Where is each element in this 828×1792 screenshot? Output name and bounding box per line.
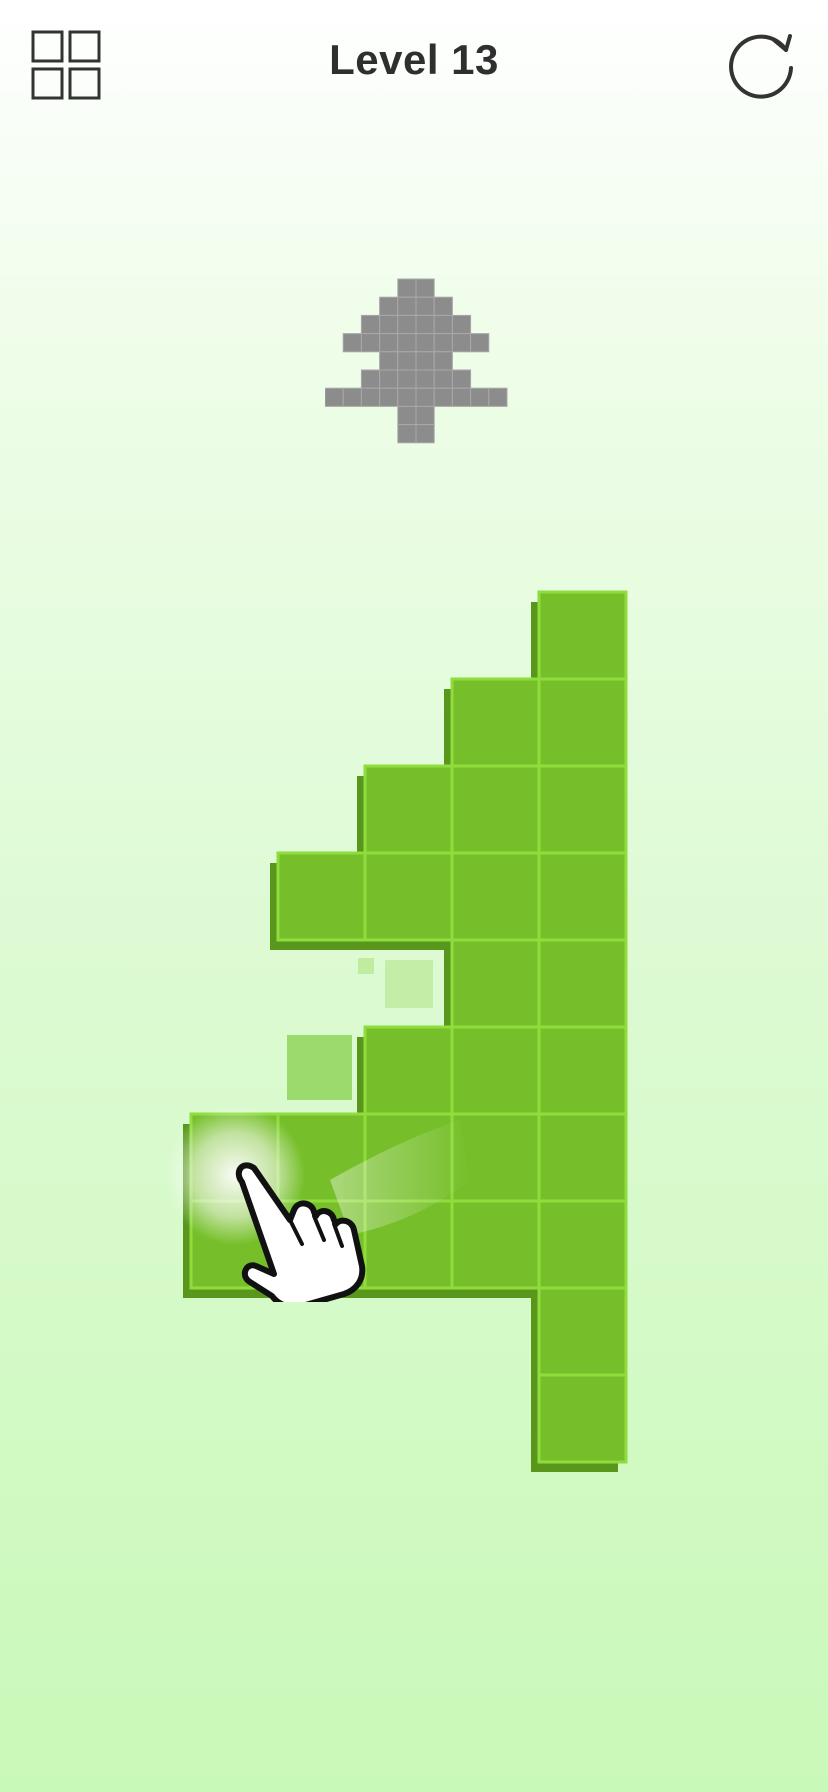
target-pixel — [379, 296, 399, 316]
top-bar: Level 13 — [0, 0, 828, 140]
target-pixel — [470, 387, 490, 407]
target-pixel — [415, 278, 435, 298]
tile[interactable] — [450, 1025, 541, 1116]
target-pixel — [397, 351, 417, 371]
tile[interactable] — [537, 1025, 628, 1116]
target-pixel — [433, 333, 453, 353]
flying-particle — [385, 960, 433, 1008]
tile[interactable] — [363, 764, 454, 855]
target-pixel — [397, 424, 417, 444]
target-pixel — [415, 333, 435, 353]
target-pixel — [451, 387, 472, 407]
tile[interactable] — [537, 938, 628, 1029]
tile[interactable] — [537, 1373, 628, 1464]
restart-icon — [729, 34, 793, 99]
target-pixel — [379, 387, 399, 407]
target-pixel — [360, 333, 381, 353]
target-pixel — [433, 387, 453, 407]
target-pixel — [360, 369, 381, 389]
target-pixel — [360, 314, 381, 335]
target-pixel — [397, 278, 417, 298]
tile[interactable] — [450, 1199, 541, 1290]
target-pixel — [379, 369, 399, 389]
target-pixel — [451, 314, 472, 335]
target-pixel — [325, 387, 344, 407]
target-pixel — [433, 369, 453, 389]
tile[interactable] — [363, 851, 454, 942]
target-pixel — [397, 314, 417, 335]
flying-particle — [287, 1035, 352, 1100]
target-pixel — [433, 351, 453, 371]
tile[interactable] — [537, 764, 628, 855]
tile[interactable] — [450, 677, 541, 768]
restart-button[interactable] — [726, 30, 798, 102]
target-pixel — [415, 424, 435, 444]
tile[interactable] — [537, 677, 628, 768]
target-pixel — [342, 387, 362, 407]
target-pixel — [415, 369, 435, 389]
tap-hand-icon — [228, 1162, 388, 1311]
target-pixel — [451, 333, 472, 353]
tile[interactable] — [537, 590, 628, 681]
flying-particle — [358, 958, 374, 974]
target-pixel — [415, 351, 435, 371]
tile[interactable] — [537, 1286, 628, 1377]
tile[interactable] — [450, 764, 541, 855]
target-pixel — [415, 314, 435, 335]
target-pixel — [379, 351, 399, 371]
target-pixel — [379, 333, 399, 353]
target-pixel — [397, 369, 417, 389]
target-pixel — [415, 405, 435, 426]
target-pixel — [379, 314, 399, 335]
target-shape-preview — [325, 278, 509, 462]
tile[interactable] — [537, 851, 628, 942]
tile[interactable] — [276, 851, 367, 942]
target-pixel — [488, 387, 508, 407]
target-pixel — [397, 333, 417, 353]
target-pixel — [360, 387, 381, 407]
target-pixel — [433, 296, 453, 316]
tiles[interactable] — [189, 590, 628, 1464]
target-pixel — [415, 387, 435, 407]
target-pixel — [470, 333, 490, 353]
target-pixel — [433, 314, 453, 335]
target-tree-pattern — [325, 278, 508, 444]
target-pixel — [397, 405, 417, 426]
tile-grid[interactable] — [0, 580, 828, 1480]
tile[interactable] — [450, 851, 541, 942]
target-pixel — [451, 369, 472, 389]
tile[interactable] — [537, 1199, 628, 1290]
target-pixel — [397, 296, 417, 316]
game-board[interactable] — [0, 580, 828, 1480]
target-pixel — [342, 333, 362, 353]
tile[interactable] — [450, 938, 541, 1029]
tile[interactable] — [537, 1112, 628, 1203]
tile[interactable] — [363, 1025, 454, 1116]
target-pixel — [415, 296, 435, 316]
target-pixel — [397, 387, 417, 407]
level-title: Level 13 — [329, 36, 499, 83]
